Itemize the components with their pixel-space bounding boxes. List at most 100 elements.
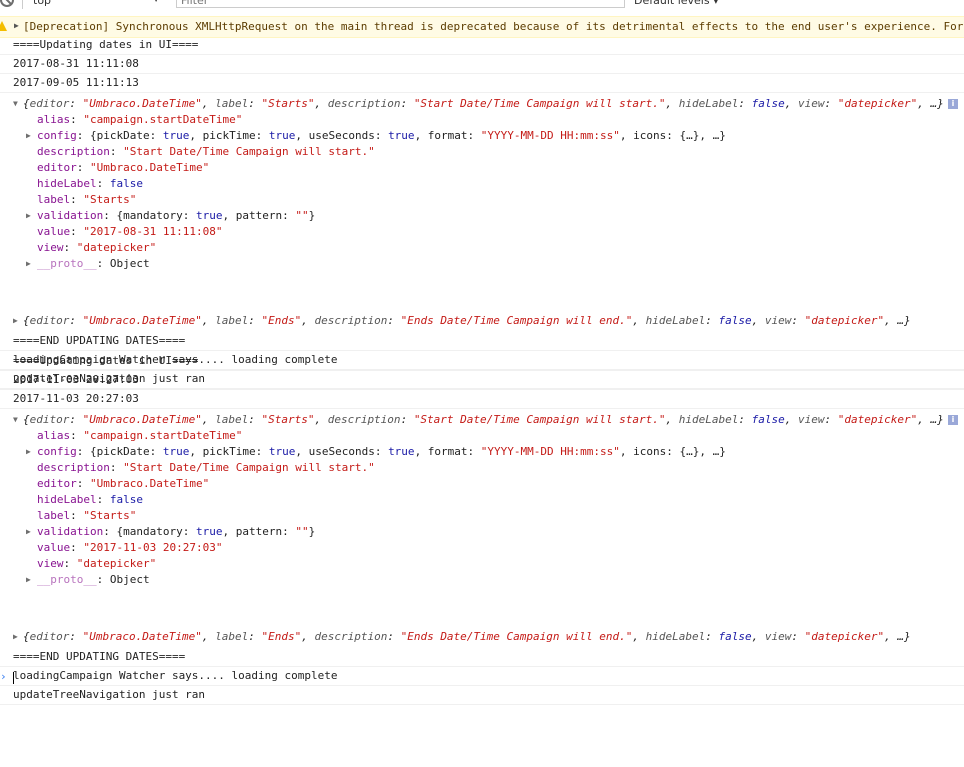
description-value: "Start Date/Time Campaign will start." <box>413 413 666 426</box>
prop-alias: alias: "campaign.startDateTime" <box>37 113 243 126</box>
collapse-arrow-icon[interactable]: ▼ <box>13 412 18 428</box>
expand-arrow-icon[interactable]: ▶ <box>13 313 18 329</box>
description-value: "Start Date/Time Campaign will start." <box>413 97 666 110</box>
useseconds-value: true <box>388 445 415 458</box>
log-date: 2017-08-31 11:11:08 <box>0 55 964 74</box>
prop-proto[interactable]: ▶ __proto__: Object <box>0 572 964 588</box>
expand-arrow-icon[interactable]: ▶ <box>13 629 18 645</box>
chevron-down-icon: ▼ <box>153 0 159 3</box>
label-value: "Ends" <box>261 314 302 327</box>
prop-description: description: "Start Date/Time Campaign w… <box>37 145 375 158</box>
warning-text: [Deprecation] Synchronous XMLHttpRequest… <box>23 20 964 33</box>
info-icon[interactable]: i <box>948 99 958 109</box>
log-end-updating: ====END UPDATING DATES==== <box>0 648 964 667</box>
filter-input[interactable] <box>176 0 625 8</box>
mandatory-value: true <box>195 209 223 222</box>
format-value: "YYYY-MM-DD HH:mm:ss" <box>480 129 620 142</box>
picktime-value: true <box>268 129 296 142</box>
log-tree-navigation: updateTreeNavigation just ran <box>0 686 964 705</box>
proto-value: Object <box>109 573 150 586</box>
hidelabel-value: false <box>751 413 785 426</box>
toolbar-divider <box>22 0 23 9</box>
editor-value: "Umbraco.DateTime" <box>82 413 202 426</box>
object-ends-collapsed[interactable]: ▶ {editor: "Umbraco.DateTime", label: "En… <box>0 313 964 329</box>
view-value: "datepicker" <box>837 97 918 110</box>
prop-editor: editor: "Umbraco.DateTime" <box>37 477 210 490</box>
context-selector[interactable]: top ▼ <box>33 0 163 8</box>
expand-arrow-icon[interactable]: ▶ <box>26 572 31 588</box>
hidelabel-value: false <box>109 177 143 190</box>
console-prompt[interactable]: › <box>0 668 964 688</box>
description-value: "Start Date/Time Campaign will start." <box>123 145 375 158</box>
prop-description: description: "Start Date/Time Campaign w… <box>37 461 375 474</box>
editor-value: "Umbraco.DateTime" <box>90 477 210 490</box>
prop-alias: alias: "campaign.startDateTime" <box>37 429 243 442</box>
log-updating-dates: ====Updating dates in UI==== <box>0 352 964 371</box>
prop-view: view: "datepicker" <box>37 241 157 254</box>
expand-arrow-icon[interactable]: ▶ <box>14 21 19 30</box>
prop-hidelabel: hideLabel: false <box>37 177 143 190</box>
view-value: "datepicker" <box>76 241 157 254</box>
context-label: top <box>33 0 52 7</box>
hidelabel-value: false <box>718 314 752 327</box>
editor-value: "Umbraco.DateTime" <box>82 97 202 110</box>
prop-value: value: "2017-08-31 11:11:08" <box>37 225 223 238</box>
pattern-value: "" <box>295 525 309 538</box>
log-levels-dropdown[interactable]: Default levels ▾ <box>634 0 719 8</box>
prop-value: value: "2017-11-03 20:27:03" <box>37 541 223 554</box>
pickdate-value: true <box>162 129 190 142</box>
label-value: "Ends" <box>261 630 302 643</box>
editor-value: "Umbraco.DateTime" <box>82 314 202 327</box>
log-date: 2017-09-05 11:11:13 <box>0 74 964 93</box>
prop-editor: editor: "Umbraco.DateTime" <box>37 161 210 174</box>
prop-validation[interactable]: ▶ validation: {mandatory: true, pattern: … <box>0 524 964 540</box>
object-starts-header[interactable]: ▼ {editor: "Umbraco.DateTime", label: "St… <box>0 412 964 428</box>
collapse-arrow-icon[interactable]: ▼ <box>13 96 18 112</box>
prop-view: view: "datepicker" <box>37 557 157 570</box>
label-value: "Starts" <box>261 413 315 426</box>
object-ends-collapsed[interactable]: ▶ {editor: "Umbraco.DateTime", label: "En… <box>0 629 964 645</box>
prop-label: label: "Starts" <box>37 509 137 522</box>
log-date: 2017-11-03 20:27:03 <box>0 390 964 409</box>
prompt-chevron-icon: › <box>0 670 7 683</box>
alias-value: "campaign.startDateTime" <box>83 429 243 442</box>
picktime-value: true <box>268 445 296 458</box>
prop-config[interactable]: ▶ config: {pickDate: true, pickTime: true… <box>0 128 964 144</box>
expand-arrow-icon[interactable]: ▶ <box>26 444 31 460</box>
prop-validation[interactable]: ▶ validation: {mandatory: true, pattern: … <box>0 208 964 224</box>
object-starts-header[interactable]: ▼ {editor: "Umbraco.DateTime", label: "St… <box>0 96 964 112</box>
view-value: "datepicker" <box>804 314 885 327</box>
log-date: 2017-11-03 20:27:03 <box>0 371 964 390</box>
proto-value: Object <box>109 257 150 270</box>
prop-hidelabel: hideLabel: false <box>37 493 143 506</box>
description-value: "Ends Date/Time Campaign will end." <box>400 630 633 643</box>
expand-arrow-icon[interactable]: ▶ <box>26 208 31 224</box>
hidelabel-value: false <box>109 493 143 506</box>
format-value: "YYYY-MM-DD HH:mm:ss" <box>480 445 620 458</box>
clear-console-icon[interactable] <box>0 0 14 7</box>
useseconds-value: true <box>388 129 415 142</box>
prop-label: label: "Starts" <box>37 193 137 206</box>
prop-config[interactable]: ▶ config: {pickDate: true, pickTime: true… <box>0 444 964 460</box>
text-cursor <box>13 672 14 684</box>
deprecation-warning: ▶ [Deprecation] Synchronous XMLHttpReque… <box>0 16 964 38</box>
view-value: "datepicker" <box>804 630 885 643</box>
prop-proto[interactable]: ▶ __proto__: Object <box>0 256 964 272</box>
expand-arrow-icon[interactable]: ▶ <box>26 524 31 540</box>
expand-arrow-icon[interactable]: ▶ <box>26 256 31 272</box>
value-value: "2017-11-03 20:27:03" <box>83 541 223 554</box>
label-value: "Starts" <box>261 97 315 110</box>
log-updating-dates: ====Updating dates in UI==== <box>0 36 964 55</box>
label-value: "Starts" <box>83 509 137 522</box>
value-value: "2017-08-31 11:11:08" <box>83 225 223 238</box>
warning-icon <box>0 21 7 31</box>
expand-arrow-icon[interactable]: ▶ <box>26 128 31 144</box>
view-value: "datepicker" <box>76 557 157 570</box>
view-value: "datepicker" <box>837 413 918 426</box>
description-value: "Start Date/Time Campaign will start." <box>123 461 375 474</box>
label-value: "Starts" <box>83 193 137 206</box>
editor-value: "Umbraco.DateTime" <box>82 630 202 643</box>
info-icon[interactable]: i <box>948 415 958 425</box>
hidelabel-value: false <box>751 97 785 110</box>
log-end-updating: ====END UPDATING DATES==== <box>0 332 964 351</box>
